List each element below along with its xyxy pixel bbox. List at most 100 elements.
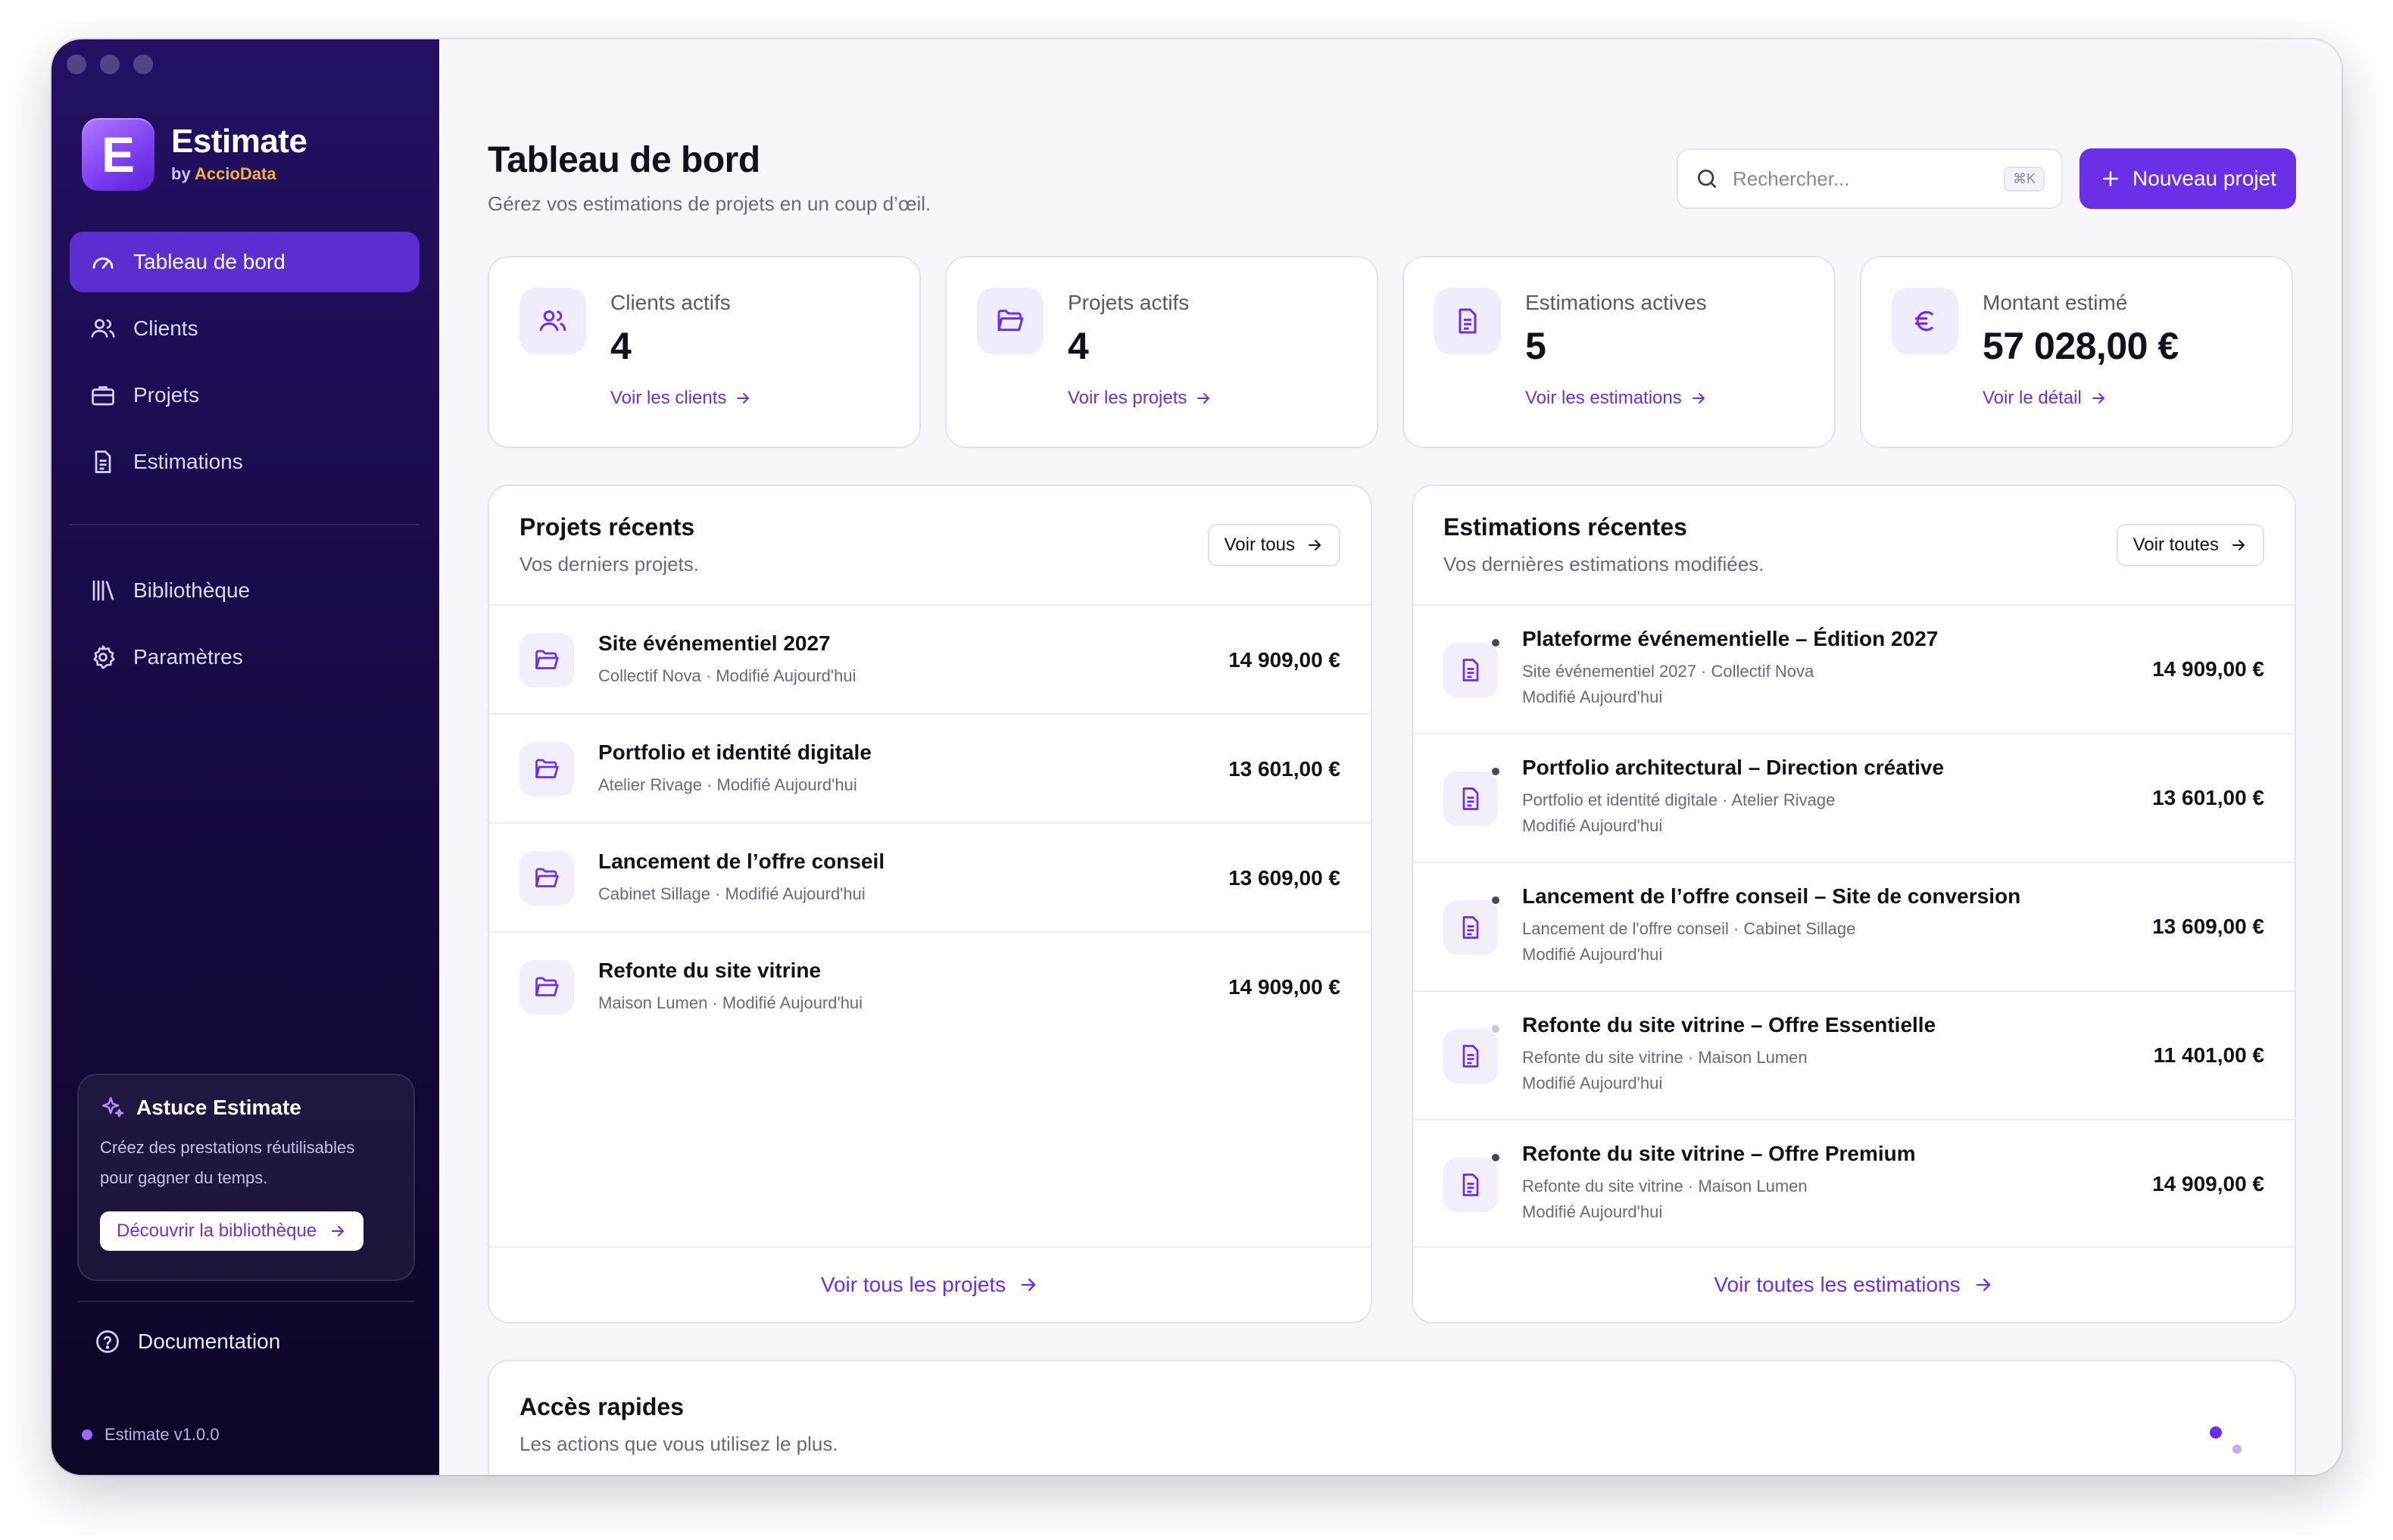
view-all-estimates-link[interactable]: Voir toutes les estimations bbox=[1413, 1246, 2295, 1322]
arrow-right-icon bbox=[737, 393, 750, 404]
search-icon bbox=[1698, 170, 1716, 188]
app-byline: by AccioData bbox=[171, 164, 276, 183]
library-icon bbox=[92, 580, 114, 601]
quick-access-panel: Accès rapides Les actions que vous utili… bbox=[488, 1360, 2296, 1475]
sidebar-item-library[interactable]: Bibliothèque bbox=[70, 560, 420, 621]
sidebar-divider bbox=[70, 524, 420, 525]
document-icon bbox=[1462, 659, 1479, 681]
sidebar-item-label: Bibliothèque bbox=[133, 578, 251, 602]
view-estimates-link[interactable]: Voir les estimations bbox=[1525, 388, 1708, 409]
status-dot bbox=[1492, 896, 1499, 904]
sidebar: E Estimate by AccioData Tableau de bord … bbox=[51, 39, 439, 1475]
view-all-projects-button[interactable]: Voir tous bbox=[1207, 524, 1340, 566]
page-subtitle: Gérez vos estimations de projets en un c… bbox=[488, 192, 931, 215]
stat-card-projects: Projets actifs 4 Voir les projets bbox=[945, 256, 1378, 448]
sidebar-nav: Tableau de bord Clients Projets Estimati… bbox=[70, 232, 420, 694]
close-window-button[interactable] bbox=[67, 55, 86, 74]
sidebar-item-estimates[interactable]: Estimations bbox=[70, 432, 420, 492]
main-content: Tableau de bord Gérez vos estimations de… bbox=[439, 39, 2342, 1475]
new-project-button[interactable]: Nouveau projet bbox=[2079, 148, 2296, 209]
project-meta: Atelier Rivage · Modifié Aujourd'hui bbox=[598, 775, 857, 794]
help-circle-icon bbox=[96, 1330, 119, 1353]
sidebar-item-label: Estimations bbox=[133, 450, 243, 473]
tip-text: Créez des prestations réutilisables pour… bbox=[100, 1138, 355, 1187]
arrow-right-icon bbox=[2232, 540, 2245, 550]
view-projects-link[interactable]: Voir les projets bbox=[1068, 388, 1212, 409]
stat-value: 4 bbox=[1068, 325, 1089, 367]
sparkles-icon bbox=[101, 1096, 124, 1118]
folder-icon bbox=[535, 868, 559, 887]
status-dot bbox=[1492, 1154, 1499, 1161]
stat-label: Projets actifs bbox=[1068, 291, 1190, 314]
estimate-modified: Modifié Aujourd'hui bbox=[1522, 816, 1663, 835]
documentation-link[interactable]: Documentation bbox=[94, 1328, 280, 1355]
estimate-row[interactable]: Refonte du site vitrine – Offre Premium … bbox=[1413, 1121, 2295, 1249]
folder-icon bbox=[997, 310, 1024, 332]
sidebar-item-dashboard[interactable]: Tableau de bord bbox=[70, 232, 420, 292]
discover-library-button[interactable]: Découvrir la bibliothèque bbox=[100, 1211, 364, 1251]
sidebar-item-label: Projets bbox=[133, 383, 200, 407]
estimate-meta: Site événementiel 2027 · Collectif Nova bbox=[1522, 662, 1814, 681]
estimate-meta: Refonte du site vitrine · Maison Lumen bbox=[1522, 1177, 1808, 1196]
stat-value: 4 bbox=[610, 325, 632, 367]
maximize-window-button[interactable] bbox=[133, 55, 153, 74]
estimate-row[interactable]: Plateforme événementielle – Édition 2027… bbox=[1413, 606, 2295, 734]
window-controls bbox=[67, 55, 153, 74]
panel-subtitle: Vos derniers projets. bbox=[519, 553, 700, 575]
sidebar-item-label: Paramètres bbox=[133, 645, 243, 669]
view-clients-link[interactable]: Voir les clients bbox=[610, 388, 752, 409]
app-logo: E bbox=[82, 118, 154, 191]
brand[interactable]: E Estimate by AccioData bbox=[82, 118, 307, 191]
project-amount: 14 909,00 € bbox=[1228, 975, 1340, 999]
project-meta: Collectif Nova · Modifié Aujourd'hui bbox=[598, 666, 856, 685]
tip-title: Astuce Estimate bbox=[100, 1095, 392, 1121]
gauge-icon bbox=[92, 257, 114, 269]
sidebar-item-projects[interactable]: Projets bbox=[70, 365, 420, 426]
project-row[interactable]: Refonte du site vitrine Maison Lumen · M… bbox=[489, 933, 1371, 1042]
arrow-right-icon bbox=[1976, 1278, 1990, 1292]
sidebar-item-clients[interactable]: Clients bbox=[70, 298, 420, 359]
stat-label: Montant estimé bbox=[1983, 291, 2128, 314]
stat-value: 57 028,00 € bbox=[1983, 325, 2179, 367]
arrow-right-icon bbox=[1021, 1278, 1036, 1292]
estimate-meta: Refonte du site vitrine · Maison Lumen bbox=[1522, 1048, 1808, 1067]
document-icon bbox=[95, 450, 111, 473]
project-row[interactable]: Portfolio et identité digitale Atelier R… bbox=[489, 715, 1371, 824]
view-all-projects-link[interactable]: Voir tous les projets bbox=[489, 1246, 1371, 1322]
panel-title: Accès rapides bbox=[519, 1393, 685, 1420]
view-detail-link[interactable]: Voir le détail bbox=[1983, 388, 2108, 409]
search-box[interactable]: ⌘K bbox=[1677, 148, 2063, 209]
project-row[interactable]: Site événementiel 2027 Collectif Nova · … bbox=[489, 606, 1371, 715]
project-amount: 13 601,00 € bbox=[1228, 757, 1340, 781]
stat-card-amount: Montant estimé 57 028,00 € Voir le détai… bbox=[1860, 256, 2293, 448]
folder-icon bbox=[535, 759, 559, 778]
version-label: Estimate v1.0.0 bbox=[82, 1425, 220, 1445]
search-input[interactable] bbox=[1733, 167, 1990, 191]
estimate-name: Plateforme événementielle – Édition 2027 bbox=[1522, 627, 1939, 650]
estimate-row[interactable]: Lancement de l’offre conseil – Site de c… bbox=[1413, 863, 2295, 992]
stat-card-estimates: Estimations actives 5 Voir les estimatio… bbox=[1402, 256, 1836, 448]
estimate-name: Refonte du site vitrine – Offre Premium bbox=[1522, 1142, 1916, 1165]
estimate-row[interactable]: Refonte du site vitrine – Offre Essentie… bbox=[1413, 992, 2295, 1121]
app-name: Estimate bbox=[171, 123, 307, 160]
estimate-name: Refonte du site vitrine – Offre Essentie… bbox=[1522, 1013, 1936, 1037]
decorative-illustration bbox=[2210, 1426, 2242, 1454]
project-row[interactable]: Lancement de l’offre conseil Cabinet Sil… bbox=[489, 824, 1371, 933]
arrow-right-icon bbox=[1309, 540, 1321, 550]
estimate-modified: Modifié Aujourd'hui bbox=[1522, 1074, 1663, 1093]
estimate-meta: Lancement de l'offre conseil · Cabinet S… bbox=[1522, 919, 1856, 938]
panel-subtitle: Vos dernières estimations modifiées. bbox=[1443, 553, 1764, 575]
status-dot bbox=[82, 1429, 92, 1440]
minimize-window-button[interactable] bbox=[100, 55, 120, 74]
project-meta: Cabinet Sillage · Modifié Aujourd'hui bbox=[598, 884, 866, 903]
estimate-row[interactable]: Portfolio architectural – Direction créa… bbox=[1413, 734, 2295, 863]
users-icon bbox=[91, 319, 115, 338]
sidebar-item-label: Clients bbox=[133, 316, 198, 340]
view-all-estimates-button[interactable]: Voir toutes bbox=[2116, 524, 2264, 566]
users-icon bbox=[539, 310, 566, 332]
stat-label: Estimations actives bbox=[1525, 291, 1707, 314]
status-dot bbox=[1492, 1025, 1499, 1033]
status-dot bbox=[1492, 639, 1499, 647]
sidebar-item-settings[interactable]: Paramètres bbox=[70, 627, 420, 687]
document-icon bbox=[1462, 916, 1479, 939]
